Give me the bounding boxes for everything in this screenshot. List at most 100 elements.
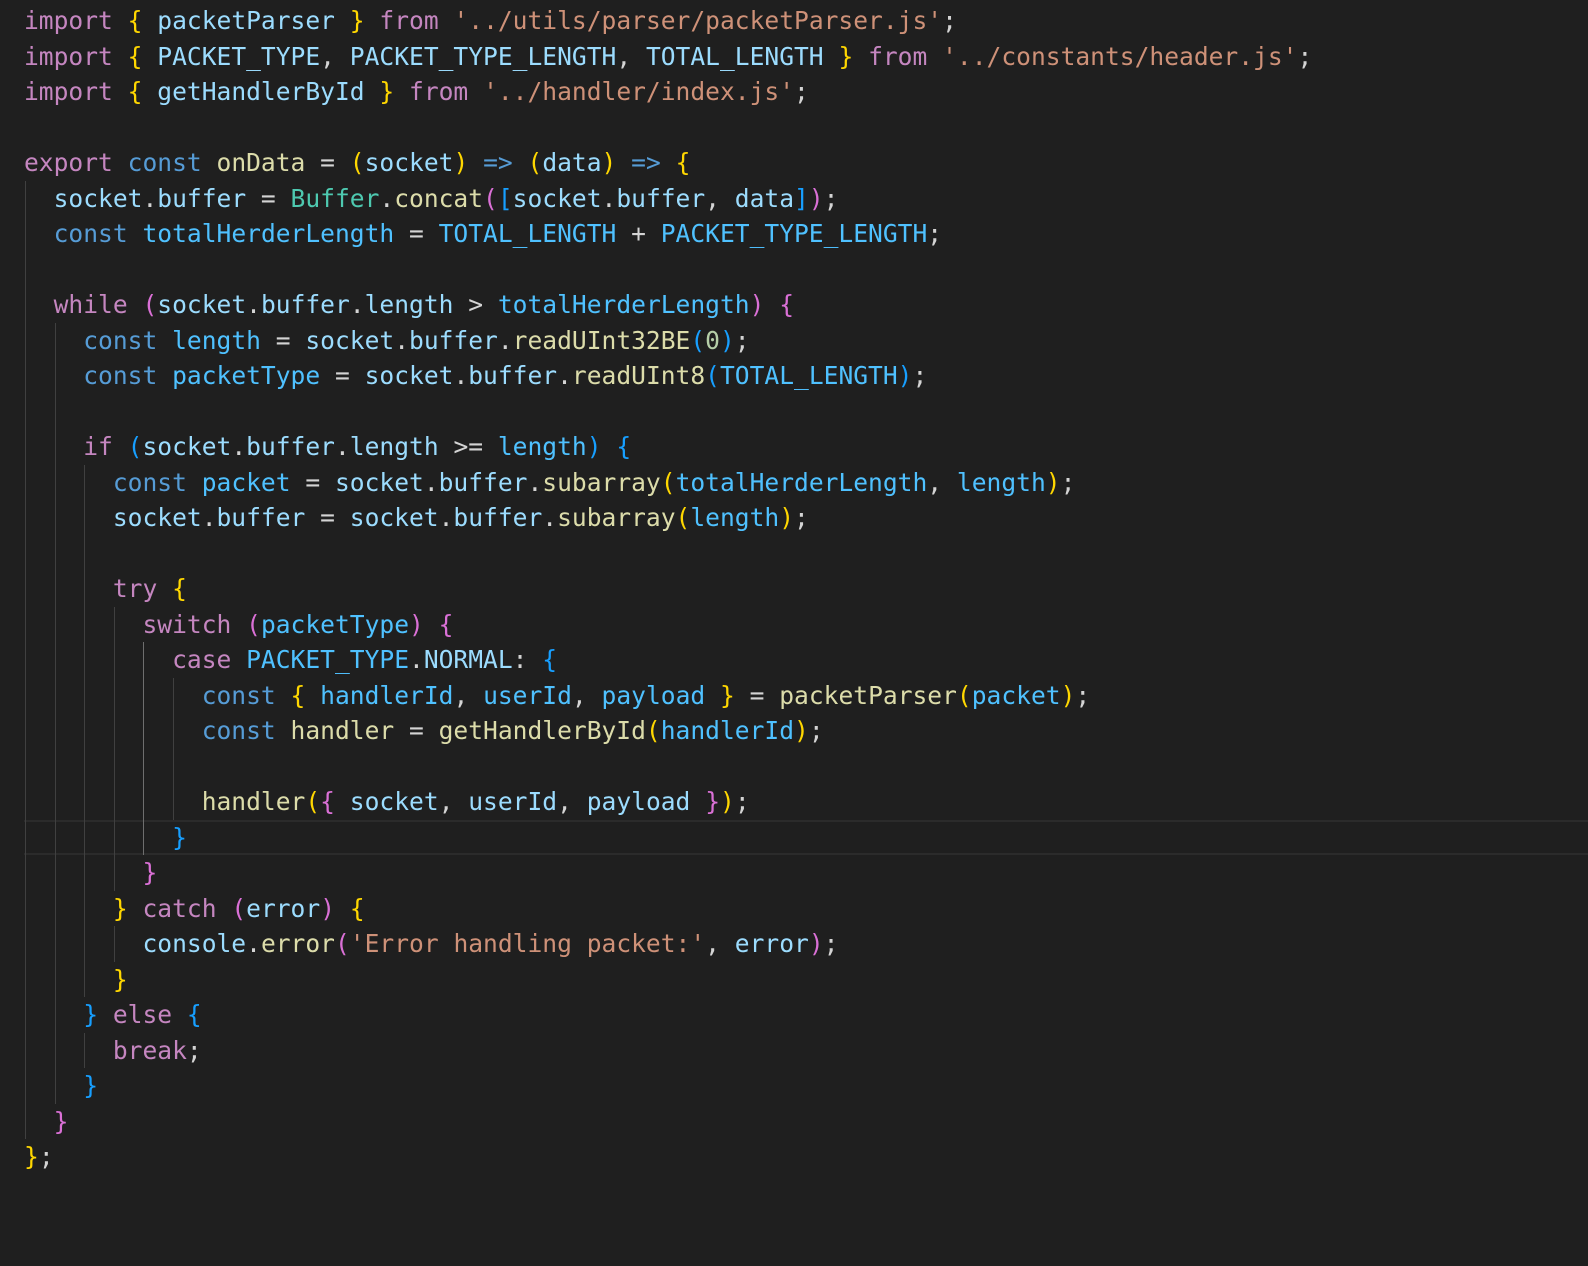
code-token: > <box>453 290 498 319</box>
code-line[interactable]: try { <box>24 571 1588 607</box>
code-token: ( <box>483 183 498 213</box>
code-token: ( <box>127 432 143 461</box>
code-token: console <box>142 929 247 958</box>
code-token: . <box>409 645 424 674</box>
code-line[interactable]: socket.buffer = Buffer.concat([socket.bu… <box>24 181 1588 217</box>
code-token: ( <box>956 680 972 710</box>
code-token: } <box>349 6 365 35</box>
code-line[interactable]: import { PACKET_TYPE, PACKET_TYPE_LENGTH… <box>24 39 1588 75</box>
code-token: ; <box>1075 680 1091 710</box>
code-line[interactable]: import { getHandlerById } from '../handl… <box>24 74 1588 110</box>
code-token: import <box>24 6 113 35</box>
code-token: { <box>127 77 143 106</box>
code-token: length <box>956 467 1046 497</box>
code-token: error <box>246 893 321 923</box>
code-token: length <box>497 432 587 461</box>
code-line[interactable] <box>24 394 1588 430</box>
code-token: ; <box>823 183 839 213</box>
code-token: ; <box>38 1142 54 1171</box>
code-line[interactable]: } catch (error) { <box>24 891 1588 927</box>
code-line[interactable]: } else { <box>24 997 1588 1033</box>
code-line[interactable]: export const onData = (socket) => (data)… <box>24 145 1588 181</box>
code-token: socket <box>349 503 439 532</box>
code-token: if <box>83 432 113 461</box>
code-line[interactable] <box>24 749 1588 785</box>
code-token: ) <box>320 893 335 923</box>
code-line[interactable]: const length = socket.buffer.readUInt32B… <box>24 323 1588 359</box>
code-token: } <box>172 822 187 852</box>
code-line[interactable]: const packetType = socket.buffer.readUIn… <box>24 358 1588 394</box>
code-token: PACKET_TYPE_LENGTH <box>660 219 928 248</box>
code-token: = <box>290 467 335 497</box>
code-line[interactable]: switch (packetType) { <box>24 607 1588 643</box>
code-token: } <box>83 1071 99 1100</box>
code-line[interactable]: } <box>24 962 1588 998</box>
code-token: , <box>571 680 602 710</box>
code-token: break <box>112 1035 187 1065</box>
code-token: socket <box>142 432 232 461</box>
code-token: , <box>453 680 484 710</box>
code-line[interactable]: break; <box>24 1033 1588 1069</box>
code-line[interactable]: const totalHerderLength = TOTAL_LENGTH +… <box>24 216 1588 252</box>
code-token: ; <box>808 716 824 745</box>
code-line[interactable]: const { handlerId, userId, payload } = p… <box>24 678 1588 714</box>
code-line[interactable]: while (socket.buffer.length > totalHerde… <box>24 287 1588 323</box>
code-token: totalHerderLength <box>142 219 395 248</box>
code-token: { <box>127 6 143 35</box>
code-token: catch <box>142 893 217 923</box>
code-line[interactable] <box>24 536 1588 572</box>
code-line[interactable]: if (socket.buffer.length >= length) { <box>24 429 1588 465</box>
code-token: { <box>616 432 632 461</box>
code-line[interactable]: }; <box>24 1139 1588 1175</box>
code-token: userId <box>468 787 558 816</box>
code-line[interactable]: import { packetParser } from '../utils/p… <box>24 3 1588 39</box>
code-token: length <box>349 432 439 461</box>
code-line[interactable]: } <box>24 855 1588 891</box>
code-token: ; <box>942 6 957 35</box>
code-token: ; <box>186 1035 202 1065</box>
code-token: = <box>260 325 306 355</box>
code-token: } <box>24 1142 39 1171</box>
code-token: readUInt8 <box>571 361 706 390</box>
code-line[interactable] <box>24 110 1588 146</box>
code-line[interactable]: console.error('Error handling packet:', … <box>24 926 1588 962</box>
code-token: export <box>24 148 113 177</box>
code-line[interactable]: } <box>24 820 1588 856</box>
code-editor[interactable]: import { packetParser } from '../utils/p… <box>0 0 1588 1266</box>
code-token: packetParser <box>157 6 335 35</box>
code-token: ( <box>334 929 350 958</box>
code-token: ) <box>1045 467 1061 497</box>
code-line[interactable]: const handler = getHandlerById(handlerId… <box>24 713 1588 749</box>
code-token: , <box>927 467 957 497</box>
code-token: import <box>24 41 113 71</box>
code-token: ( <box>690 325 706 355</box>
code-line[interactable]: socket.buffer = socket.buffer.subarray(l… <box>24 500 1588 536</box>
code-token: buffer <box>260 290 350 319</box>
code-line[interactable]: handler({ socket, userId, payload }); <box>24 784 1588 820</box>
code-token: , <box>705 183 735 213</box>
code-line[interactable]: const packet = socket.buffer.subarray(to… <box>24 465 1588 501</box>
code-token: . <box>142 183 158 213</box>
code-line[interactable] <box>24 252 1588 288</box>
code-token: buffer <box>616 183 706 213</box>
code-token: { <box>290 680 306 710</box>
code-line[interactable]: case PACKET_TYPE.NORMAL: { <box>24 642 1588 678</box>
code-token: length <box>364 290 454 319</box>
code-line[interactable]: } <box>24 1104 1588 1140</box>
code-token: handlerId <box>660 716 794 745</box>
code-token: . <box>246 290 261 319</box>
code-line[interactable]: } <box>24 1068 1588 1104</box>
